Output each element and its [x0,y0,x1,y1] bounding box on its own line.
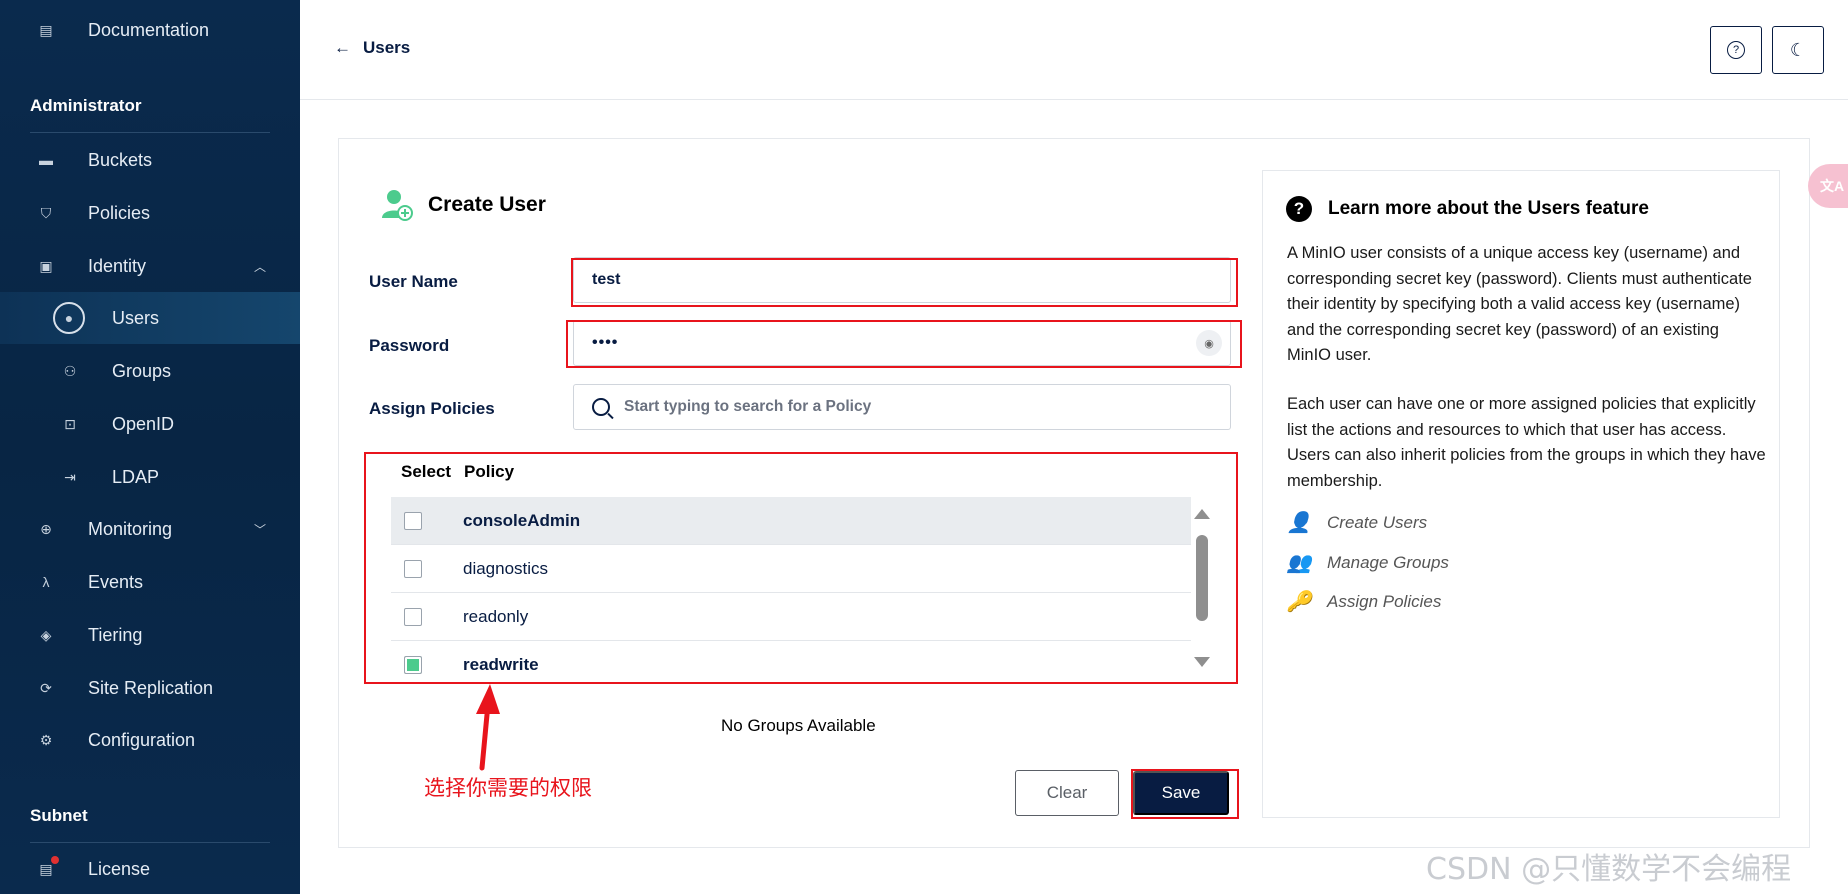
back-link-users[interactable]: ← Users [334,38,410,58]
form-title: Create User [380,188,546,222]
policy-search-input[interactable]: Start typing to search for a Policy [573,384,1231,430]
groups-icon: 👥 [1286,552,1312,574]
annotation-text: 选择你需要的权限 [424,776,592,800]
sidebar-item-identity[interactable]: ▣ Identity ︿ [0,240,300,292]
highlight-box-password [566,320,1242,368]
arrow-left-icon: ← [334,38,351,57]
sidebar-item-tiering[interactable]: ◈ Tiering [0,609,300,661]
highlight-box-username [571,258,1238,307]
help-link-create-users[interactable]: 👤 Create Users [1285,510,1428,535]
key-icon: 🔑 [1286,591,1312,613]
sidebar: ▤ Documentation Administrator ▬ Buckets … [0,0,300,894]
question-icon: ? [1286,196,1312,222]
sidebar-item-site-replication[interactable]: ⟳ Site Replication [0,662,300,714]
help-paragraph: A MinIO user consists of a unique access… [1287,244,1752,364]
section-title-administrator: Administrator [30,96,142,115]
id-card-icon: ▣ [39,257,53,274]
sidebar-item-buckets[interactable]: ▬ Buckets [0,134,300,186]
document-icon: ▤ [39,21,53,38]
translate-button[interactable]: 文A [1808,164,1848,208]
highlight-box-policies [364,452,1238,684]
help-paragraph: Each user can have one or more assigned … [1287,395,1766,490]
bucket-icon: ▬ [39,152,53,168]
sidebar-item-ldap[interactable]: ⇥ LDAP [0,451,300,503]
password-label: Password [369,336,450,355]
monitoring-search-icon: ⊕ [40,520,52,537]
sync-icon: ⟳ [40,679,52,696]
no-groups-message: No Groups Available [721,716,876,735]
assign-policies-label: Assign Policies [369,399,495,418]
user-icon: 👤 [1286,512,1312,534]
add-user-icon [382,190,413,221]
sidebar-item-groups[interactable]: ⚇ Groups [0,345,300,397]
notification-dot [51,856,59,864]
sidebar-item-documentation[interactable]: ▤ Documentation [0,4,300,56]
username-label: User Name [369,272,458,291]
section-title-subnet: Subnet [30,806,88,825]
lock-icon: ⊡ [64,415,76,432]
help-title: ? Learn more about the Users feature [1286,196,1649,222]
theme-toggle-button[interactable]: ☾ [1772,26,1824,74]
sidebar-item-openid[interactable]: ⊡ OpenID [0,398,300,450]
sidebar-item-configuration[interactable]: ⚙ Configuration [0,714,300,766]
help-link-assign-policies[interactable]: 🔑 Assign Policies [1285,589,1442,614]
gear-icon: ⚙ [39,731,53,748]
highlight-box-save [1131,769,1239,819]
sidebar-item-license[interactable]: ▤ License [0,843,300,894]
sidebar-item-policies[interactable]: ⛉ Policies [0,187,300,239]
clear-button[interactable]: Clear [1015,770,1119,816]
shield-icon: ⛉ [40,204,52,221]
sidebar-item-monitoring[interactable]: ⊕ Monitoring ﹀ [0,503,300,555]
divider [30,132,270,133]
help-button[interactable]: ? [1710,26,1762,74]
search-icon [592,398,610,416]
moon-icon: ☾ [1789,39,1807,60]
question-circle-icon: ? [1727,41,1745,59]
sidebar-item-users[interactable]: ● Users [0,292,300,344]
annotation-arrow [476,684,500,771]
lambda-icon: λ [42,574,50,590]
page-header [300,0,1848,100]
user-circle-icon: ● [53,302,85,334]
help-link-manage-groups[interactable]: 👥 Manage Groups [1285,550,1449,575]
sidebar-item-events[interactable]: λ Events [0,556,300,608]
login-icon: ⇥ [64,468,76,485]
layers-icon: ◈ [40,626,52,643]
license-icon: ▤ [36,856,59,879]
watermark: CSDN @只懂数学不会编程 [1426,852,1792,887]
groups-icon: ⚇ [63,362,77,379]
chevron-up-icon: ︿ [253,259,266,274]
chevron-down-icon: ﹀ [253,522,266,537]
